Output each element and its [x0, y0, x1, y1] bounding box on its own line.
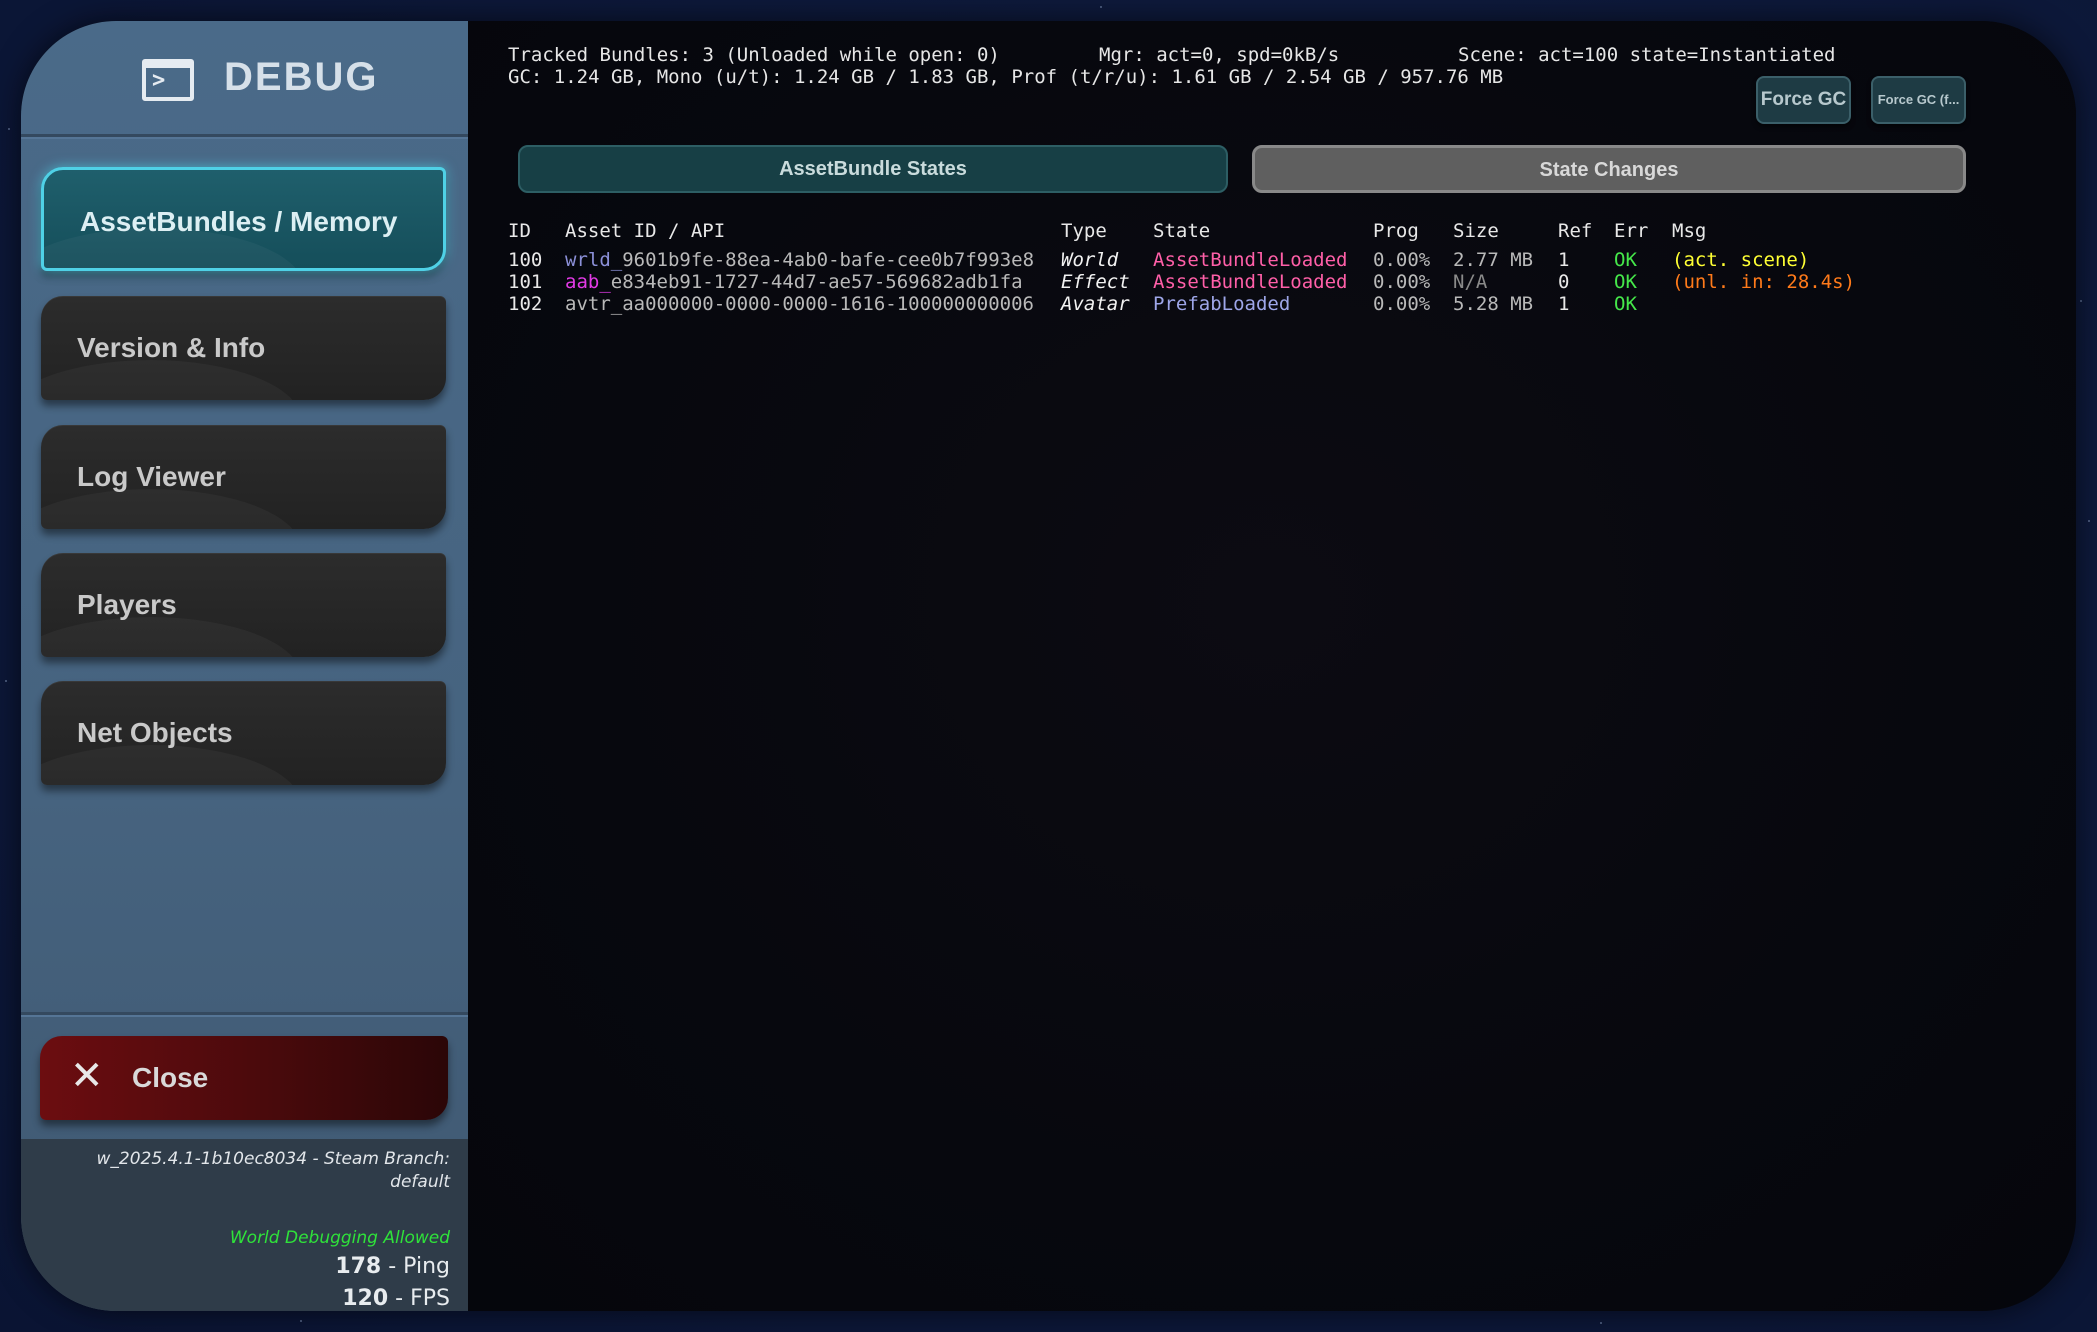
force-gc-full-button[interactable]: Force GC (f... [1871, 76, 1966, 124]
close-icon: ✕ [70, 1053, 104, 1099]
header-type: Type [1061, 220, 1107, 242]
close-button[interactable]: ✕ Close [40, 1036, 448, 1120]
nav-label: Net Objects [77, 717, 233, 748]
row-msg: (unl. in: 28.4s) [1672, 271, 1856, 293]
row-ref: 0 [1558, 271, 1570, 293]
nav-version-info[interactable]: Version & Info [41, 296, 446, 400]
nav-label: Players [77, 589, 177, 620]
header-id: ID [508, 220, 531, 242]
row-asset: wrld_9601b9fe-88ea-4ab0-bafe-cee0b7f993e… [565, 249, 1034, 271]
nav-net-objects[interactable]: Net Objects [41, 681, 446, 785]
debug-window: > DEBUG AssetBundles / Memory Version & … [21, 21, 2076, 1311]
asset-guid: e834eb91-1727-44d7-ae57-569682adb1fa [610, 271, 1023, 293]
row-ref: 1 [1558, 249, 1570, 271]
row-state: AssetBundleLoaded [1153, 271, 1348, 293]
header-err: Err [1614, 220, 1649, 242]
nav-assetbundles-memory[interactable]: AssetBundles / Memory [41, 167, 446, 271]
ping-label: - Ping [388, 1254, 450, 1279]
row-asset: aab_e834eb91-1727-44d7-ae57-569682adb1fa [565, 271, 1023, 293]
terminal-icon: > [142, 59, 194, 101]
sidebar: > DEBUG AssetBundles / Memory Version & … [21, 21, 468, 1311]
tracked-bundles-text: Tracked Bundles: 3 (Unloaded while open:… [508, 44, 1000, 66]
tab-assetbundle-states[interactable]: AssetBundle States [518, 145, 1228, 193]
fps-readout: 120 - FPS [342, 1286, 450, 1311]
sidebar-divider [21, 1012, 468, 1015]
world-debugging-status: World Debugging Allowed [229, 1228, 450, 1248]
ping-readout: 178 - Ping [335, 1254, 450, 1279]
nav-players[interactable]: Players [41, 553, 446, 657]
row-id: 102 [508, 293, 543, 315]
row-err: OK [1614, 271, 1637, 293]
asset-prefix: aab_ [565, 271, 611, 293]
nav-label: AssetBundles / Memory [80, 206, 398, 237]
asset-guid: 9601b9fe-88ea-4ab0-bafe-cee0b7f993e8 [622, 249, 1035, 271]
header-ref: Ref [1558, 220, 1593, 242]
row-asset: avtr_aa000000-0000-0000-1616-10000000000… [565, 293, 1034, 315]
ping-value: 178 [335, 1254, 382, 1279]
row-type: Avatar [1061, 293, 1130, 315]
nav-label: Log Viewer [77, 461, 226, 492]
sidebar-header: > DEBUG [21, 21, 468, 137]
force-gc-button[interactable]: Force GC [1756, 76, 1851, 124]
sidebar-footer: w_2025.4.1-1b10ec8034 - Steam Branch: de… [21, 1139, 468, 1311]
row-ref: 1 [1558, 293, 1570, 315]
row-state: AssetBundleLoaded [1153, 249, 1348, 271]
manager-stats-text: Mgr: act=0, spd=0kB/s [1099, 44, 1340, 66]
scene-stats-text: Scene: act=100 state=Instantiated [1458, 44, 1836, 66]
gc-stats-text: GC: 1.24 GB, Mono (u/t): 1.24 GB / 1.83 … [508, 66, 1504, 88]
build-version: w_2025.4.1-1b10ec8034 - Steam Branch: de… [96, 1149, 450, 1192]
asset-guid: avtr_aa000000-0000-0000-1616-10000000000… [565, 293, 1034, 315]
nav-log-viewer[interactable]: Log Viewer [41, 425, 446, 529]
row-state: PrefabLoaded [1153, 293, 1291, 315]
row-type: Effect [1061, 271, 1130, 293]
fps-value: 120 [342, 1286, 389, 1311]
header-size: Size [1453, 220, 1499, 242]
row-size: 2.77 MB [1453, 249, 1534, 271]
row-size: 5.28 MB [1453, 293, 1534, 315]
row-prog: 0.00% [1373, 293, 1431, 315]
header-asset: Asset ID / API [565, 220, 726, 242]
fps-label: - FPS [395, 1286, 450, 1311]
row-msg: (act. scene) [1672, 249, 1810, 271]
row-err: OK [1614, 293, 1637, 315]
row-size: N/A [1453, 271, 1488, 293]
nav-label: Version & Info [77, 332, 266, 363]
close-label: Close [132, 1062, 209, 1093]
header-prog: Prog [1373, 220, 1419, 242]
row-type: World [1061, 249, 1119, 271]
debug-title: DEBUG [224, 55, 379, 99]
row-id: 100 [508, 249, 543, 271]
row-prog: 0.00% [1373, 271, 1431, 293]
header-msg: Msg [1672, 220, 1707, 242]
tab-state-changes[interactable]: State Changes [1252, 145, 1966, 193]
main-panel: Tracked Bundles: 3 (Unloaded while open:… [468, 21, 2076, 1311]
row-id: 101 [508, 271, 543, 293]
row-prog: 0.00% [1373, 249, 1431, 271]
header-state: State [1153, 220, 1211, 242]
asset-prefix: wrld_ [565, 249, 623, 271]
row-err: OK [1614, 249, 1637, 271]
